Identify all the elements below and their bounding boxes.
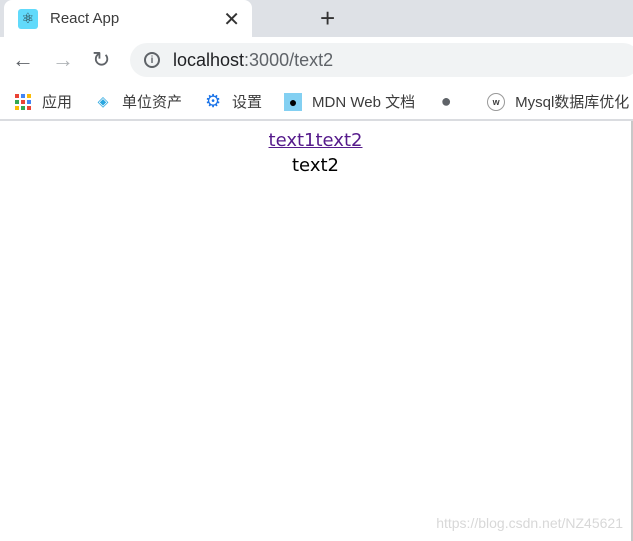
- mdn-icon: ●: [284, 92, 303, 111]
- browser-window: ⚛ React App ✕ + ← → ↻ i localhost:3000/t…: [0, 0, 633, 541]
- bookmark-label: 单位资产: [122, 94, 183, 111]
- watermark: https://blog.csdn.net/NZ45621: [436, 515, 623, 531]
- url-text: localhost:3000/text2: [173, 50, 333, 71]
- w-icon: w: [487, 92, 506, 111]
- globe-icon: ●: [440, 91, 452, 111]
- forward-icon[interactable]: →: [52, 47, 74, 73]
- page-content: text1text2 text2: [0, 123, 631, 541]
- text2-content: text2: [292, 155, 339, 176]
- url-host: localhost: [173, 49, 245, 70]
- reload-icon[interactable]: ↻: [92, 47, 110, 73]
- toolbar: ← → ↻ i localhost:3000/text2: [0, 37, 633, 84]
- tab-strip: ⚛ React App ✕ +: [0, 0, 633, 37]
- tab-react-app[interactable]: ⚛ React App ✕: [4, 0, 252, 37]
- info-icon[interactable]: i: [144, 52, 160, 68]
- react-icon: ⚛: [18, 8, 38, 29]
- bookmarks-bar: 应用 ◈ 单位资产 ⚙ 设置 ● MDN Web 文档 ● w Mysql数据库…: [0, 84, 633, 121]
- bookmark-mdn[interactable]: ● MDN Web 文档: [284, 91, 415, 112]
- bookmark-settings[interactable]: ⚙ 设置: [204, 91, 262, 112]
- bookmark-label: 应用: [42, 94, 73, 111]
- apps-grid-icon: [14, 93, 32, 111]
- text1text2-link[interactable]: text1text2: [269, 130, 363, 151]
- gear-icon: ⚙: [204, 91, 222, 111]
- asset-icon: ◈: [97, 93, 109, 109]
- url-path: :3000/text2: [244, 49, 334, 70]
- tab-title: React App: [50, 10, 120, 27]
- bookmark-label: 设置: [232, 94, 263, 111]
- bookmark-assets[interactable]: ◈ 单位资产: [94, 91, 182, 112]
- new-tab-button[interactable]: +: [320, 3, 335, 34]
- bookmark-label: MDN Web 文档: [312, 94, 416, 111]
- bookmark-mysql[interactable]: w Mysql数据库优化: [487, 91, 629, 112]
- bookmark-label: Mysql数据库优化: [515, 94, 630, 111]
- bookmark-apps[interactable]: 应用: [14, 91, 72, 112]
- bookmark-globe[interactable]: ●: [437, 91, 465, 111]
- close-icon[interactable]: ✕: [223, 7, 240, 32]
- address-bar[interactable]: i localhost:3000/text2: [130, 43, 633, 77]
- back-icon[interactable]: ←: [12, 47, 34, 73]
